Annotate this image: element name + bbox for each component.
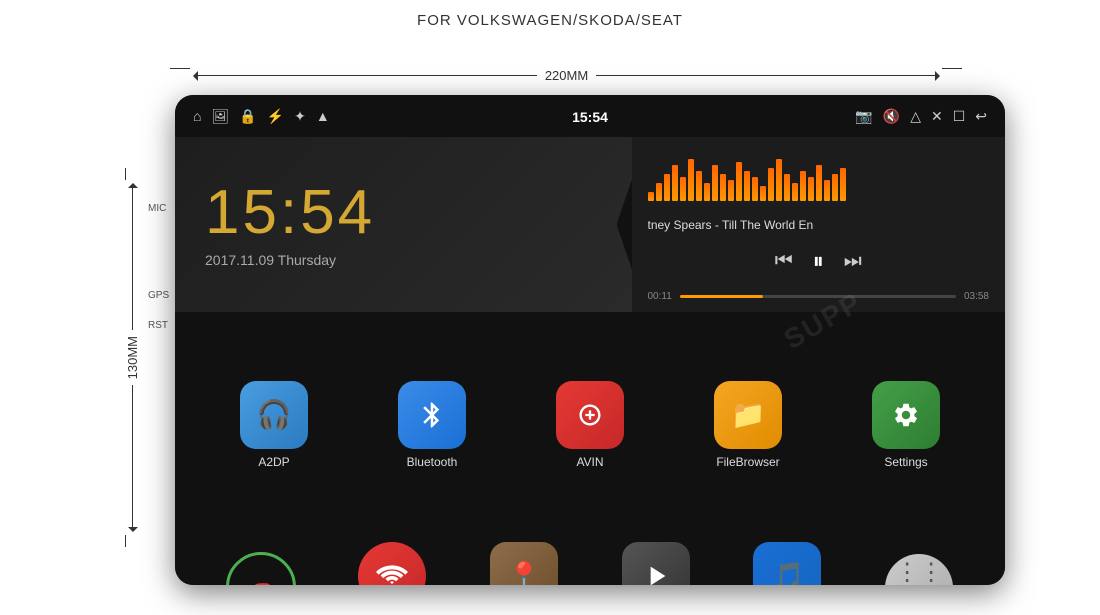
clock-panel: 15:54 2017.11.09 Thursday	[175, 137, 632, 312]
a2dp-label: A2DP	[258, 455, 289, 469]
camera-icon: 📷	[855, 108, 872, 125]
progress-bar[interactable]	[680, 295, 956, 298]
equalizer-bar	[720, 174, 726, 201]
app-item-car[interactable]: 🚗	[195, 542, 327, 585]
usb-icon: ⚡	[267, 108, 284, 125]
equalizer-bar	[728, 180, 734, 201]
equalizer-bar	[768, 168, 774, 201]
avin-icon	[556, 381, 624, 449]
bluetooth-label: Bluetooth	[407, 455, 458, 469]
music-controls: ⏮ ⏸ ⏭	[648, 248, 990, 274]
equalizer-bar	[744, 171, 750, 201]
music-title: tney Spears - Till The World En	[648, 218, 990, 232]
elapsed-time: 00:11	[648, 291, 672, 302]
app-item-settings[interactable]: Settings	[827, 324, 985, 525]
equalizer-bar	[824, 180, 830, 201]
main-screen: 15:54 2017.11.09 Thursday tney Spears - …	[175, 137, 1005, 537]
a2dp-icon: 🎧	[240, 381, 308, 449]
bluetooth-icon	[398, 381, 466, 449]
equalizer-bar	[808, 177, 814, 201]
prev-button[interactable]: ⏮	[775, 250, 793, 273]
equalizer-bar	[776, 159, 782, 201]
total-time: 03:58	[964, 291, 989, 302]
equalizer-bar	[800, 171, 806, 201]
more-icon: ⋮⋮⋮⋮	[885, 554, 953, 585]
music-panel: tney Spears - Till The World En ⏮ ⏸ ⏭ 00…	[632, 137, 1006, 312]
equalizer-bar	[688, 159, 694, 201]
clock-date: 2017.11.09 Thursday	[205, 252, 602, 268]
equalizer-bar	[648, 192, 654, 201]
tick-right	[942, 68, 962, 69]
app-item-filebrowser[interactable]: 📁 FileBrowser	[669, 324, 827, 525]
car-icon: 🚗	[226, 552, 296, 585]
equalizer-bar	[816, 165, 822, 201]
gps-label: GPS	[148, 290, 169, 301]
progress-fill	[680, 295, 763, 298]
video-icon	[622, 542, 690, 585]
android-icon: ☐	[953, 108, 966, 125]
dimension-v-label: 130MM	[125, 330, 140, 385]
page-title: FOR VOLKSWAGEN/SKODA/SEAT	[0, 0, 1100, 29]
equalizer-bar	[784, 174, 790, 201]
app-item-avin[interactable]: AVIN	[511, 324, 669, 525]
car-head-unit: ⌂ 🖼 🔒 ⚡ ✦ ▲ 15:54 📷 🔇 △ ✕ ☐ ↩	[175, 95, 1005, 585]
tick-left	[170, 68, 190, 69]
equalizer-bar	[680, 177, 686, 201]
app-item-more[interactable]: ⋮⋮⋮⋮	[853, 542, 985, 585]
status-right-icons: 📷 🔇 △ ✕ ☐ ↩	[855, 108, 987, 125]
close-icon[interactable]: ✕	[931, 108, 943, 125]
dimension-horizontal: 220MM	[188, 68, 945, 83]
app-grid-row2: 🚗 Radio📍NavigationVideo🎵Music ⋮⋮⋮⋮	[175, 537, 1005, 585]
status-left-icons: ⌂ 🖼 🔒 ⚡ ✦ ▲	[193, 108, 330, 125]
music-progress: 00:11 03:58	[648, 291, 990, 302]
app-item-music[interactable]: 🎵Music	[722, 542, 854, 585]
equalizer-bar	[696, 171, 702, 201]
equalizer-bar	[840, 168, 846, 201]
app-item-navigation[interactable]: 📍Navigation	[458, 542, 590, 585]
back-icon[interactable]: ↩	[975, 108, 987, 125]
app-item-radio[interactable]: Radio	[327, 542, 459, 585]
app-item-a2dp[interactable]: 🎧 A2DP	[195, 324, 353, 525]
settings-label: Settings	[884, 455, 927, 469]
play-pause-button[interactable]: ⏸	[813, 248, 824, 274]
equalizer-bar	[712, 165, 718, 201]
bluetooth-status-icon: ✦	[294, 108, 306, 125]
status-bar: ⌂ 🖼 🔒 ⚡ ✦ ▲ 15:54 📷 🔇 △ ✕ ☐ ↩	[175, 95, 1005, 137]
home-icon[interactable]: ⌂	[193, 108, 201, 124]
big-clock: 15:54	[205, 182, 602, 244]
dimension-vertical: 130MM	[125, 178, 140, 537]
equalizer-bar	[792, 183, 798, 201]
app-item-bluetooth[interactable]: Bluetooth	[353, 324, 511, 525]
status-clock: 15:54	[572, 109, 608, 125]
equalizer-bar	[752, 177, 758, 201]
next-button[interactable]: ⏭	[844, 250, 862, 273]
eject-icon[interactable]: △	[910, 108, 921, 125]
filebrowser-icon: 📁	[714, 381, 782, 449]
equalizer-bar	[656, 183, 662, 201]
radio-icon	[358, 542, 426, 585]
avin-label: AVIN	[576, 455, 603, 469]
screen-top: 15:54 2017.11.09 Thursday tney Spears - …	[175, 137, 1005, 312]
app-grid-row1: 🎧 A2DP Bluetooth AVIN 📁 FileBrowser Settings	[175, 312, 1005, 537]
equalizer-bar	[832, 174, 838, 201]
wifi-icon: ▲	[316, 108, 330, 124]
music-equalizer	[648, 151, 990, 201]
filebrowser-label: FileBrowser	[716, 455, 779, 469]
equalizer-bar	[760, 186, 766, 201]
diagram-container: 220MM 130MM MIC GPS RST ⌂ 🖼 🔒 ⚡ ✦ ▲ 15:5…	[50, 40, 1050, 605]
music-icon: 🎵	[753, 542, 821, 585]
settings-icon	[872, 381, 940, 449]
equalizer-bar	[736, 162, 742, 201]
navigation-icon: 📍	[490, 542, 558, 585]
image-icon: 🖼	[211, 108, 229, 125]
equalizer-bar	[672, 165, 678, 201]
equalizer-bar	[704, 183, 710, 201]
rst-label: RST	[148, 320, 168, 331]
mic-label: MIC	[148, 203, 166, 214]
app-item-video[interactable]: Video	[590, 542, 722, 585]
equalizer-bar	[664, 174, 670, 201]
dimension-h-label: 220MM	[537, 68, 596, 83]
volume-icon[interactable]: 🔇	[883, 108, 900, 125]
lock-icon: 🔒	[239, 108, 256, 125]
